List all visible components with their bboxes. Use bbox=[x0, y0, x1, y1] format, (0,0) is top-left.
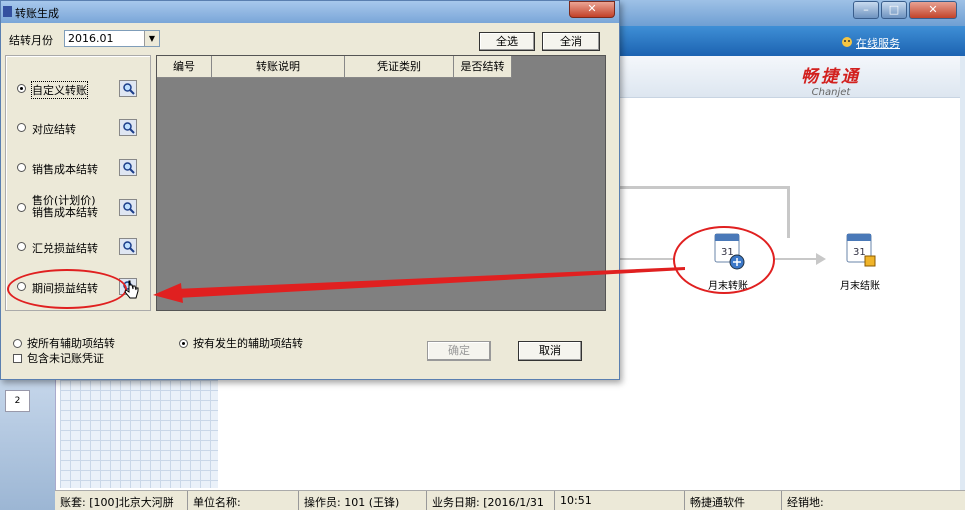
annotation-arrow bbox=[153, 267, 685, 303]
month-value: 2016.01 bbox=[68, 32, 114, 45]
checkbox[interactable] bbox=[13, 354, 22, 363]
radio[interactable] bbox=[17, 242, 26, 251]
status-account: 账套: [100]北京大河胼 bbox=[55, 491, 188, 510]
month-label: 结转月份 bbox=[9, 34, 53, 47]
radio-label: 按所有辅助项结转 bbox=[27, 337, 115, 350]
checkbox-label: 包含未记账凭证 bbox=[27, 352, 104, 365]
checkbox-include-unposted[interactable]: 包含未记账凭证 bbox=[13, 350, 104, 366]
option-exchange-gain-loss[interactable]: 汇兑损益结转 bbox=[17, 236, 145, 260]
radio[interactable] bbox=[17, 84, 26, 93]
status-dealer: 经销地: bbox=[787, 496, 824, 509]
app-close-button[interactable]: ✕ bbox=[909, 1, 957, 19]
column-header[interactable]: 是否结转 bbox=[454, 56, 512, 78]
flow-connector bbox=[787, 186, 790, 238]
radio-label: 按有发生的辅助项结转 bbox=[193, 337, 303, 350]
column-header[interactable]: 转账说明 bbox=[212, 56, 345, 78]
dialog-close-button[interactable]: ✕ bbox=[569, 1, 615, 18]
column-header[interactable]: 凭证类别 bbox=[345, 56, 454, 78]
status-bar: 账套: [100]北京大河胼 单位名称: 操作员: 101 (王锋) 业务日期:… bbox=[55, 490, 965, 510]
brand-logo: 畅捷通 Chanjet bbox=[785, 62, 877, 98]
radio[interactable] bbox=[17, 203, 26, 212]
transfer-generate-dialog: 转账生成 ✕ 结转月份 2016.01 ▼ 全选 全消 自定义转账 对应结转 销… bbox=[0, 0, 620, 380]
radio[interactable] bbox=[17, 163, 26, 172]
magnifier-icon[interactable] bbox=[119, 80, 137, 97]
option-label-line2: 销售成本结转 bbox=[32, 206, 98, 219]
flow-node-month-end-close[interactable]: 31 月末结账 bbox=[825, 230, 895, 292]
radio[interactable] bbox=[13, 339, 22, 348]
option-label: 汇兑损益结转 bbox=[32, 242, 98, 255]
option-corresponding-transfer[interactable]: 对应结转 bbox=[17, 117, 145, 141]
deselect-all-button[interactable]: 全消 bbox=[542, 32, 600, 51]
rail-tile[interactable]: 2 bbox=[5, 390, 30, 412]
radio-occurred-aux-items[interactable]: 按有发生的辅助项结转 bbox=[179, 335, 303, 351]
status-company: 单位名称: bbox=[188, 491, 299, 510]
annotation-circle bbox=[7, 269, 127, 309]
magnifier-icon[interactable] bbox=[119, 199, 137, 216]
chevron-down-icon[interactable]: ▼ bbox=[144, 31, 159, 46]
magnifier-icon[interactable] bbox=[119, 119, 137, 136]
confirm-button[interactable]: 确定 bbox=[427, 341, 491, 361]
option-custom-transfer[interactable]: 自定义转账 bbox=[17, 78, 145, 102]
brand-name-en: Chanjet bbox=[811, 87, 851, 98]
flow-connector bbox=[775, 258, 820, 260]
status-operator: 操作员: 101 (王锋) bbox=[299, 491, 427, 510]
option-label: 自定义转账 bbox=[31, 81, 88, 99]
online-service-link[interactable]: 在线服务 bbox=[856, 35, 900, 51]
mouse-cursor-icon bbox=[124, 280, 139, 299]
radio[interactable] bbox=[17, 123, 26, 132]
radio-all-aux-items[interactable]: 按所有辅助项结转 bbox=[13, 335, 115, 351]
radio[interactable] bbox=[179, 339, 188, 348]
status-time: 10:51 bbox=[555, 491, 685, 510]
dialog-title: 转账生成 bbox=[15, 7, 59, 20]
magnifier-icon[interactable] bbox=[119, 159, 137, 176]
grid-panel bbox=[60, 380, 218, 488]
option-sales-cost-transfer[interactable]: 销售成本结转 bbox=[17, 157, 145, 181]
option-planned-price-sales-cost[interactable]: 售价(计划价) 销售成本结转 bbox=[17, 195, 145, 221]
flow-connector bbox=[618, 186, 790, 189]
option-label: 售价(计划价) 销售成本结转 bbox=[32, 195, 98, 219]
online-service-icon bbox=[841, 36, 853, 48]
magnifier-icon[interactable] bbox=[119, 238, 137, 255]
flow-label: 月末结账 bbox=[840, 281, 880, 292]
column-header[interactable]: 编号 bbox=[157, 56, 212, 78]
option-label: 对应结转 bbox=[32, 123, 76, 136]
dialog-icon bbox=[3, 6, 12, 17]
dialog-titlebar[interactable] bbox=[1, 1, 619, 23]
calendar-icon: 31 bbox=[846, 233, 876, 267]
option-label: 销售成本结转 bbox=[32, 163, 98, 176]
status-business-date: 业务日期: [2016/1/31 bbox=[427, 491, 555, 510]
maximize-button[interactable]: □ bbox=[881, 1, 907, 19]
status-vendor: 畅捷通软件 bbox=[685, 491, 782, 510]
brand-name-cn: 畅捷通 bbox=[801, 67, 861, 87]
month-select[interactable]: 2016.01 ▼ bbox=[64, 30, 160, 47]
cancel-button[interactable]: 取消 bbox=[518, 341, 582, 361]
grid-header: 编号 转账说明 凭证类别 是否结转 bbox=[157, 56, 512, 78]
select-all-button[interactable]: 全选 bbox=[479, 32, 535, 51]
svg-text:31: 31 bbox=[853, 247, 866, 258]
minimize-button[interactable]: – bbox=[853, 1, 879, 19]
